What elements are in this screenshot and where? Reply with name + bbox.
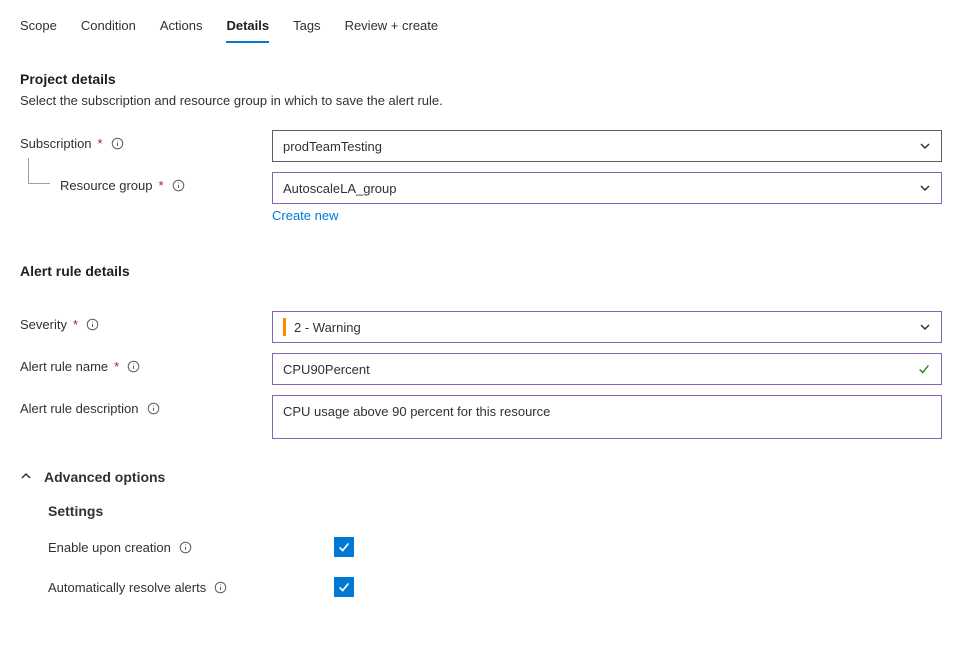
alert-rule-heading: Alert rule details: [20, 263, 954, 279]
enable-upon-creation-label: Enable upon creation: [48, 540, 171, 555]
alert-desc-value: CPU usage above 90 percent for this reso…: [283, 404, 550, 419]
advanced-options-title: Advanced options: [44, 469, 165, 485]
tab-review[interactable]: Review + create: [345, 12, 439, 43]
tabs: Scope Condition Actions Details Tags Rev…: [0, 0, 974, 43]
auto-resolve-checkbox[interactable]: [334, 577, 354, 597]
severity-indicator: [283, 318, 286, 336]
subscription-row: Subscription * prodTeamTesting: [20, 130, 954, 162]
required-indicator: *: [73, 317, 78, 332]
auto-resolve-label: Automatically resolve alerts: [48, 580, 206, 595]
subscription-label: Subscription: [20, 136, 92, 151]
required-indicator: *: [159, 178, 164, 193]
alert-name-input[interactable]: CPU90Percent: [272, 353, 942, 385]
subscription-value: prodTeamTesting: [283, 139, 919, 154]
info-icon[interactable]: [86, 318, 99, 331]
advanced-options-toggle[interactable]: Advanced options: [20, 469, 954, 485]
enable-upon-creation-checkbox[interactable]: [334, 537, 354, 557]
resource-group-value: AutoscaleLA_group: [283, 181, 919, 196]
tab-details[interactable]: Details: [226, 12, 269, 43]
project-details-heading: Project details: [20, 71, 954, 87]
chevron-down-icon: [919, 182, 931, 194]
create-new-link[interactable]: Create new: [272, 208, 338, 223]
tab-actions[interactable]: Actions: [160, 12, 203, 43]
severity-value: 2 - Warning: [294, 320, 919, 335]
chevron-down-icon: [919, 321, 931, 333]
required-indicator: *: [98, 136, 103, 151]
alert-desc-label: Alert rule description: [20, 401, 139, 416]
tab-tags[interactable]: Tags: [293, 12, 320, 43]
info-icon[interactable]: [147, 402, 160, 415]
info-icon[interactable]: [214, 581, 227, 594]
resource-group-label: Resource group: [60, 178, 153, 193]
severity-select[interactable]: 2 - Warning: [272, 311, 942, 343]
alert-desc-input[interactable]: CPU usage above 90 percent for this reso…: [272, 395, 942, 439]
info-icon[interactable]: [172, 179, 185, 192]
checkmark-icon: [917, 362, 931, 376]
required-indicator: *: [114, 359, 119, 374]
resource-group-select[interactable]: AutoscaleLA_group: [272, 172, 942, 204]
alert-name-row: Alert rule name * CPU90Percent: [20, 353, 954, 385]
tree-connector: [28, 158, 50, 184]
severity-label: Severity: [20, 317, 67, 332]
info-icon[interactable]: [127, 360, 140, 373]
enable-upon-creation-row: Enable upon creation: [48, 537, 954, 557]
severity-row: Severity * 2 - Warning: [20, 311, 954, 343]
tab-scope[interactable]: Scope: [20, 12, 57, 43]
tab-condition[interactable]: Condition: [81, 12, 136, 43]
settings-heading: Settings: [48, 503, 954, 519]
subscription-select[interactable]: prodTeamTesting: [272, 130, 942, 162]
alert-desc-row: Alert rule description CPU usage above 9…: [20, 395, 954, 439]
resource-group-row: Resource group * AutoscaleLA_group Creat…: [20, 172, 954, 223]
info-icon[interactable]: [179, 541, 192, 554]
auto-resolve-row: Automatically resolve alerts: [48, 577, 954, 597]
alert-name-value: CPU90Percent: [283, 362, 370, 377]
project-details-desc: Select the subscription and resource gro…: [20, 93, 954, 108]
alert-name-label: Alert rule name: [20, 359, 108, 374]
chevron-down-icon: [919, 140, 931, 152]
info-icon[interactable]: [111, 137, 124, 150]
chevron-up-icon: [20, 470, 32, 485]
